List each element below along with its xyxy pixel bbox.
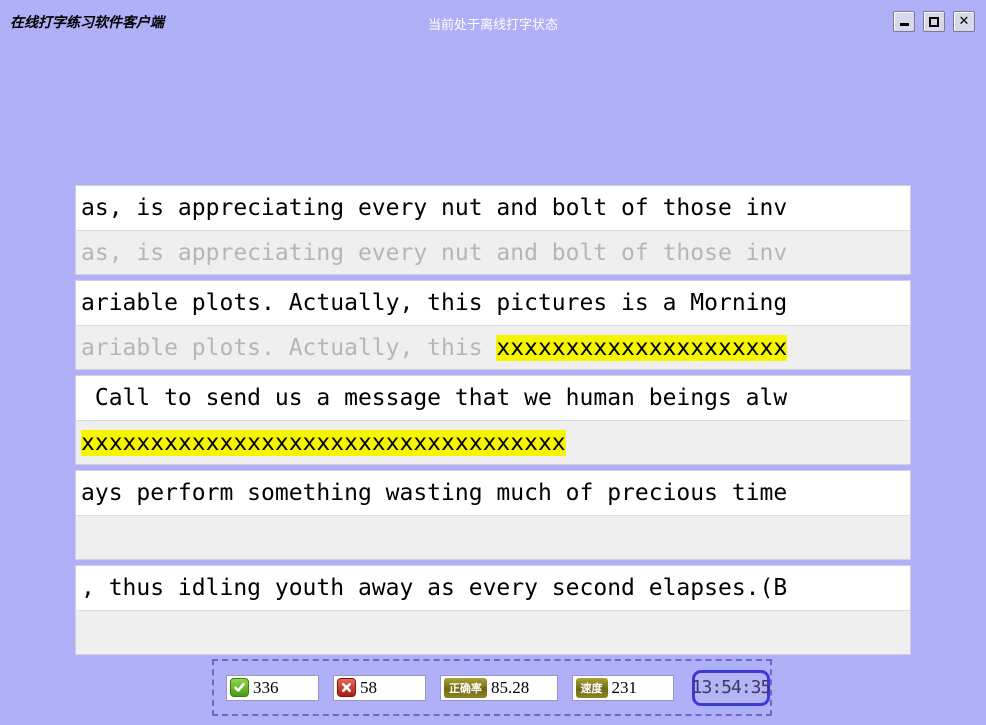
typing-line-block: ays perform something wasting much of pr…: [75, 470, 911, 560]
correct-count-value: 336: [253, 677, 279, 697]
wrong-count-value: 58: [359, 677, 377, 697]
maximize-icon: [929, 16, 939, 27]
source-text-row: ays perform something wasting much of pr…: [75, 470, 911, 515]
minimize-icon: [899, 23, 909, 26]
typed-text-row[interactable]: [75, 515, 911, 560]
timer-value: 13:54:35: [691, 677, 772, 698]
typing-line-block: , thus idling youth away as every second…: [75, 565, 911, 655]
source-text-row: as, is appreciating every nut and bolt o…: [75, 185, 911, 230]
typing-line-block: as, is appreciating every nut and bolt o…: [75, 185, 911, 275]
typed-error-text: xxxxxxxxxxxxxxxxxxxxx: [496, 335, 788, 361]
close-button[interactable]: ✕: [953, 11, 975, 32]
typed-text-row[interactable]: as, is appreciating every nut and bolt o…: [75, 230, 911, 275]
speed-value: 231: [611, 677, 638, 697]
accuracy-field: 正确率 85.28: [439, 674, 558, 701]
check-icon: [230, 678, 249, 697]
typed-text-row[interactable]: ariable plots. Actually, this xxxxxxxxxx…: [75, 325, 911, 370]
typing-practice-area: as, is appreciating every nut and bolt o…: [75, 185, 911, 660]
speed-label: 速度: [580, 681, 603, 695]
typed-correct-text: ariable plots. Actually, this: [81, 335, 497, 361]
typing-line-block: Call to send us a message that we human …: [75, 375, 911, 465]
correct-count-field: 336: [226, 674, 319, 701]
typed-error-text: xxxxxxxxxxxxxxxxxxxxxxxxxxxxxxxxxxx: [81, 430, 566, 456]
accuracy-label-badge: 正确率: [443, 677, 487, 698]
accuracy-label: 正确率: [448, 681, 482, 695]
typed-text-row[interactable]: xxxxxxxxxxxxxxxxxxxxxxxxxxxxxxxxxxx: [75, 420, 911, 465]
close-icon: ✕: [958, 13, 970, 29]
title-bar: 在线打字练习软件客户端 当前处于离线打字状态 ✕: [0, 0, 986, 40]
wrong-count-field: 58: [332, 674, 426, 701]
typed-text-row[interactable]: [75, 610, 911, 655]
minimize-button[interactable]: [893, 11, 915, 32]
timer-display: 13:54:35: [691, 669, 772, 706]
maximize-button[interactable]: [923, 11, 945, 32]
statistics-bar: 336 58 正确率 85.28 速度 231 13:54:35: [212, 659, 772, 716]
typing-line-block: ariable plots. Actually, this pictures i…: [75, 280, 911, 370]
connection-status-text: 当前处于离线打字状态: [427, 18, 558, 33]
accuracy-value: 85.28: [490, 677, 530, 697]
speed-label-badge: 速度: [575, 677, 608, 698]
source-text-row: , thus idling youth away as every second…: [75, 565, 911, 610]
source-text-row: Call to send us a message that we human …: [75, 375, 911, 420]
cross-icon: [336, 678, 356, 697]
typed-correct-text: as, is appreciating every nut and bolt o…: [81, 240, 788, 266]
source-text-row: ariable plots. Actually, this pictures i…: [75, 280, 911, 325]
speed-field: 速度 231: [571, 674, 674, 701]
